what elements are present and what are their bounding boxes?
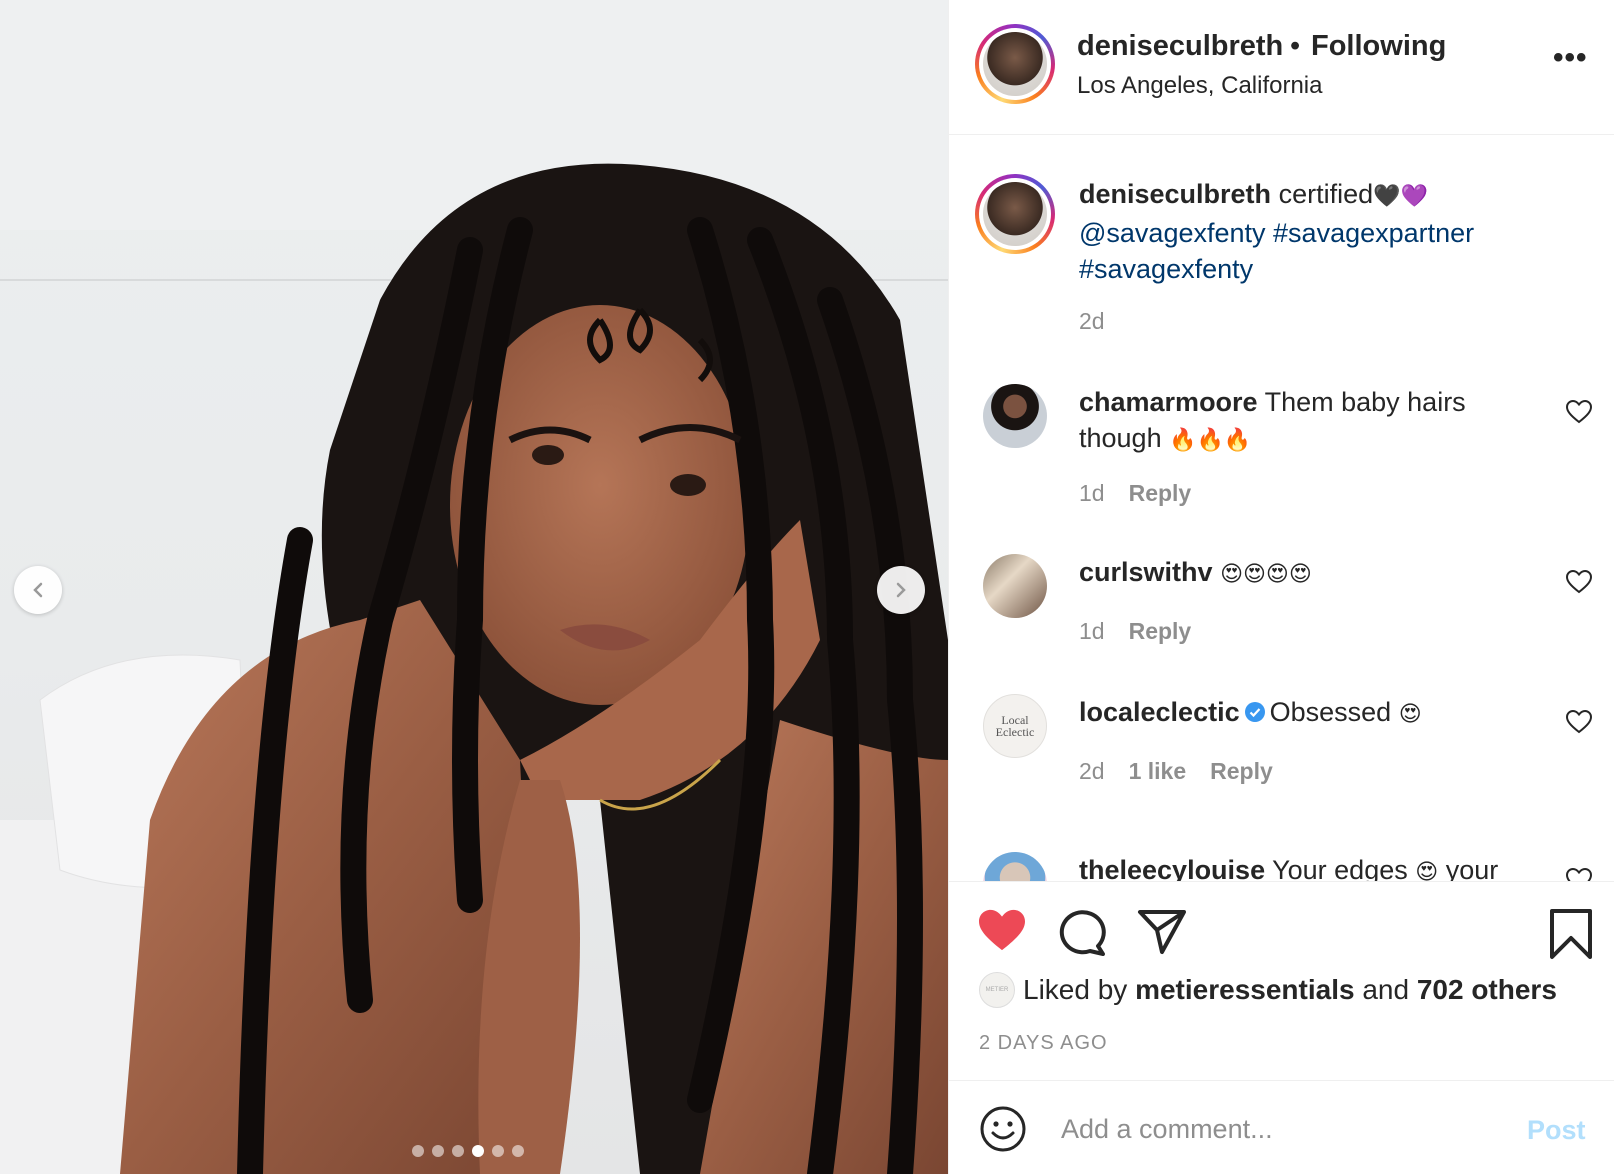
- post-detail-panel: deniseculbreth • Following Los Angeles, …: [948, 0, 1614, 1174]
- comment-body-tail: your: [1445, 855, 1499, 881]
- post-header: deniseculbreth • Following Los Angeles, …: [949, 0, 1614, 135]
- header-separator: •: [1290, 30, 1301, 62]
- comment-like-icon[interactable]: [1566, 710, 1592, 734]
- post-location[interactable]: Los Angeles, California: [1077, 72, 1322, 100]
- caption-username[interactable]: deniseculbreth: [1079, 179, 1271, 209]
- follow-status-button[interactable]: Following: [1311, 30, 1446, 63]
- comment-time: 2d: [1079, 758, 1105, 784]
- carousel-dot: [432, 1145, 444, 1157]
- comment-text: curlswithv 😍😍😍😍: [1079, 554, 1529, 593]
- portrait-photo: [0, 0, 948, 1174]
- comment-text: localeclectic Obsessed 😍: [1079, 694, 1529, 733]
- comment-input[interactable]: [1061, 1105, 1491, 1153]
- comment-like-icon[interactable]: [1566, 400, 1592, 424]
- caption-avatar[interactable]: [975, 174, 1055, 254]
- chevron-right-icon: [896, 582, 906, 598]
- comment-likes-count[interactable]: 1 like: [1129, 758, 1187, 785]
- caption-emojis: 🖤💜: [1373, 184, 1428, 209]
- add-comment-bar: Post: [949, 1080, 1614, 1174]
- post-comment-button[interactable]: Post: [1527, 1115, 1586, 1146]
- post-photo[interactable]: [0, 0, 948, 1174]
- emoji-smiley-icon[interactable]: [979, 1105, 1027, 1153]
- carousel-prev-button[interactable]: [14, 566, 62, 614]
- carousel-dot: [512, 1145, 524, 1157]
- comment-text: theleecylouise Your edges 😍 your: [1079, 852, 1529, 881]
- carousel-dot: [412, 1145, 424, 1157]
- post-actions: METIER Liked by metieressentials and 702…: [949, 881, 1614, 1079]
- comment-meta: 1d Reply: [1079, 618, 1191, 645]
- comment-time: 1d: [1079, 618, 1105, 644]
- commenter-avatar[interactable]: [983, 384, 1047, 448]
- bookmark-save-icon[interactable]: [1549, 908, 1593, 960]
- comment-time: 1d: [1079, 480, 1105, 506]
- reply-button[interactable]: Reply: [1129, 618, 1192, 645]
- comment-emojis: 😍: [1415, 860, 1439, 881]
- comment-text: chamarmoore Them baby hairs though 🔥🔥🔥: [1079, 384, 1529, 459]
- caption-body: certified: [1278, 179, 1374, 209]
- comment-username[interactable]: chamarmoore: [1079, 387, 1258, 417]
- post-timestamp[interactable]: 2 DAYS AGO: [979, 1032, 1108, 1055]
- carousel-next-button[interactable]: [877, 566, 925, 614]
- reply-button[interactable]: Reply: [1129, 480, 1192, 507]
- carousel-dots: [412, 1145, 524, 1157]
- commenter-avatar[interactable]: [983, 554, 1047, 618]
- more-options-button[interactable]: •••: [1553, 43, 1588, 73]
- carousel-dot: [452, 1145, 464, 1157]
- carousel-dot-active: [472, 1145, 484, 1157]
- reply-button[interactable]: Reply: [1210, 758, 1273, 785]
- comment-username[interactable]: localeclectic: [1079, 697, 1240, 727]
- comments-list[interactable]: deniseculbreth certified🖤💜 @savagexfenty…: [949, 136, 1614, 881]
- commenter-avatar[interactable]: Local Eclectic: [983, 694, 1047, 758]
- caption-text: deniseculbreth certified🖤💜 @savagexfenty…: [1079, 176, 1579, 287]
- share-send-icon[interactable]: [1137, 908, 1187, 956]
- more-horizontal-icon: •••: [1553, 41, 1588, 74]
- verified-badge-icon: [1244, 702, 1265, 722]
- comment-body: Your edges: [1272, 855, 1408, 881]
- liked-by-summary: METIER Liked by metieressentials and 702…: [979, 972, 1557, 1008]
- like-heart-icon[interactable]: [977, 908, 1027, 954]
- comment-like-icon[interactable]: [1566, 868, 1592, 881]
- comment-emojis: 😍😍😍😍: [1220, 562, 1312, 587]
- liked-by-and: and: [1362, 974, 1410, 1005]
- caption-mention[interactable]: @savagexfenty: [1079, 218, 1266, 248]
- comment-meta: 2d 1 like Reply: [1079, 758, 1273, 785]
- caption-hashtag[interactable]: #savagexfenty: [1079, 254, 1253, 284]
- comment-bubble-icon[interactable]: [1057, 908, 1107, 956]
- liked-by-user[interactable]: metieressentials: [1135, 974, 1354, 1006]
- carousel-dot: [492, 1145, 504, 1157]
- liked-by-others[interactable]: 702 others: [1417, 974, 1557, 1006]
- comment-emojis: 😍: [1398, 702, 1422, 727]
- comment-username[interactable]: curlswithv: [1079, 557, 1213, 587]
- chevron-left-icon: [33, 582, 43, 598]
- comment-meta: 1d Reply: [1079, 480, 1191, 507]
- liker-avatar[interactable]: METIER: [979, 972, 1015, 1008]
- comment-body: Obsessed: [1269, 697, 1392, 727]
- author-avatar[interactable]: [975, 24, 1055, 104]
- comment-emojis: 🔥🔥🔥: [1169, 428, 1252, 453]
- liked-by-prefix: Liked by: [1023, 974, 1128, 1005]
- comment-like-icon[interactable]: [1566, 570, 1592, 594]
- author-username[interactable]: deniseculbreth: [1077, 30, 1283, 63]
- commenter-avatar[interactable]: [983, 852, 1047, 881]
- caption-hashtag[interactable]: #savagexpartner: [1273, 218, 1474, 248]
- caption-time: 2d: [1079, 308, 1105, 334]
- comment-username[interactable]: theleecylouise: [1079, 855, 1265, 881]
